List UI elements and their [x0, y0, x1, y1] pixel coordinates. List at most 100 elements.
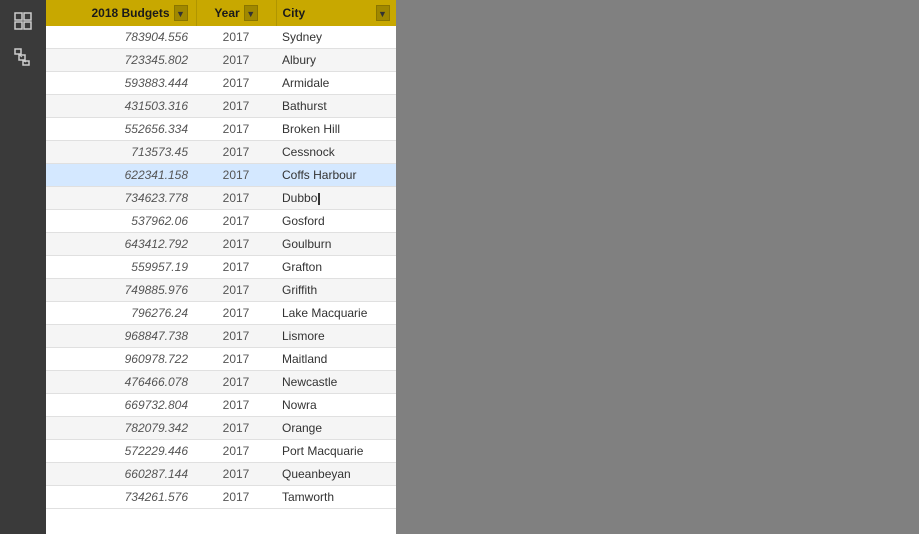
- column-header-budgets[interactable]: 2018 Budgets ▼: [46, 0, 196, 26]
- budgets-dropdown-arrow[interactable]: ▼: [174, 5, 188, 21]
- table-row[interactable]: 552656.3342017Broken Hill: [46, 118, 396, 141]
- table-row[interactable]: 559957.192017Grafton: [46, 256, 396, 279]
- year-dropdown-arrow[interactable]: ▼: [244, 5, 258, 21]
- city-cell: Tamworth: [276, 486, 396, 509]
- grid-icon[interactable]: [10, 8, 36, 34]
- table-row[interactable]: 476466.0782017Newcastle: [46, 371, 396, 394]
- budgets-column-label: 2018 Budgets: [91, 6, 169, 20]
- year-cell: 2017: [196, 486, 276, 509]
- city-cell: Gosford: [276, 210, 396, 233]
- data-table: 2018 Budgets ▼ Year ▼ City ▼: [46, 0, 396, 509]
- budget-cell: 559957.19: [46, 256, 196, 279]
- year-cell: 2017: [196, 233, 276, 256]
- city-cell: Newcastle: [276, 371, 396, 394]
- year-cell: 2017: [196, 325, 276, 348]
- table-row[interactable]: 713573.452017Cessnock: [46, 141, 396, 164]
- table-row[interactable]: 660287.1442017Queanbeyan: [46, 463, 396, 486]
- city-column-label: City: [283, 6, 306, 20]
- budget-cell: 782079.342: [46, 417, 196, 440]
- budget-cell: 734261.576: [46, 486, 196, 509]
- city-dropdown-arrow[interactable]: ▼: [376, 5, 390, 21]
- table-row[interactable]: 593883.4442017Armidale: [46, 72, 396, 95]
- table-row[interactable]: 572229.4462017Port Macquarie: [46, 440, 396, 463]
- table-row[interactable]: 734623.7782017Dubbo: [46, 187, 396, 210]
- year-cell: 2017: [196, 49, 276, 72]
- budget-cell: 968847.738: [46, 325, 196, 348]
- table-row[interactable]: 431503.3162017Bathurst: [46, 95, 396, 118]
- text-cursor: [318, 193, 320, 205]
- city-cell: Griffith: [276, 279, 396, 302]
- table-row[interactable]: 796276.242017Lake Macquarie: [46, 302, 396, 325]
- budget-cell: 669732.804: [46, 394, 196, 417]
- city-cell: Nowra: [276, 394, 396, 417]
- table-row[interactable]: 643412.7922017Goulburn: [46, 233, 396, 256]
- city-cell: Goulburn: [276, 233, 396, 256]
- city-cell: Coffs Harbour: [276, 164, 396, 187]
- city-cell: Albury: [276, 49, 396, 72]
- table-header-row: 2018 Budgets ▼ Year ▼ City ▼: [46, 0, 396, 26]
- city-cell: Lismore: [276, 325, 396, 348]
- table-row[interactable]: 749885.9762017Griffith: [46, 279, 396, 302]
- city-cell: Grafton: [276, 256, 396, 279]
- year-column-label: Year: [214, 6, 239, 20]
- year-cell: 2017: [196, 210, 276, 233]
- budget-cell: 796276.24: [46, 302, 196, 325]
- city-cell: Queanbeyan: [276, 463, 396, 486]
- city-cell: Broken Hill: [276, 118, 396, 141]
- year-cell: 2017: [196, 164, 276, 187]
- city-cell: Dubbo: [276, 187, 396, 210]
- table-row[interactable]: 960978.7222017Maitland: [46, 348, 396, 371]
- budget-cell: 660287.144: [46, 463, 196, 486]
- left-panel: [0, 0, 46, 534]
- city-cell: Orange: [276, 417, 396, 440]
- table-body: 783904.5562017Sydney723345.8022017Albury…: [46, 26, 396, 509]
- budget-cell: 734623.778: [46, 187, 196, 210]
- year-cell: 2017: [196, 417, 276, 440]
- budget-cell: 552656.334: [46, 118, 196, 141]
- year-cell: 2017: [196, 348, 276, 371]
- year-cell: 2017: [196, 118, 276, 141]
- city-cell: Cessnock: [276, 141, 396, 164]
- table-row[interactable]: 782079.3422017Orange: [46, 417, 396, 440]
- table-row[interactable]: 622341.1582017Coffs Harbour: [46, 164, 396, 187]
- year-cell: 2017: [196, 302, 276, 325]
- table-row[interactable]: 968847.7382017Lismore: [46, 325, 396, 348]
- year-cell: 2017: [196, 256, 276, 279]
- budget-cell: 537962.06: [46, 210, 196, 233]
- city-cell: Port Macquarie: [276, 440, 396, 463]
- column-header-year[interactable]: Year ▼: [196, 0, 276, 26]
- year-cell: 2017: [196, 26, 276, 49]
- budget-cell: 960978.722: [46, 348, 196, 371]
- table-row[interactable]: 734261.5762017Tamworth: [46, 486, 396, 509]
- year-cell: 2017: [196, 187, 276, 210]
- year-cell: 2017: [196, 141, 276, 164]
- budget-cell: 749885.976: [46, 279, 196, 302]
- year-cell: 2017: [196, 463, 276, 486]
- year-cell: 2017: [196, 95, 276, 118]
- table-row[interactable]: 537962.062017Gosford: [46, 210, 396, 233]
- budget-cell: 783904.556: [46, 26, 196, 49]
- column-header-city[interactable]: City ▼: [276, 0, 396, 26]
- table-row[interactable]: 723345.8022017Albury: [46, 49, 396, 72]
- year-cell: 2017: [196, 440, 276, 463]
- budget-cell: 476466.078: [46, 371, 196, 394]
- city-cell: Maitland: [276, 348, 396, 371]
- budget-cell: 431503.316: [46, 95, 196, 118]
- data-table-container[interactable]: 2018 Budgets ▼ Year ▼ City ▼: [46, 0, 396, 534]
- table-row[interactable]: 669732.8042017Nowra: [46, 394, 396, 417]
- hierarchy-icon[interactable]: [10, 44, 36, 70]
- year-cell: 2017: [196, 279, 276, 302]
- city-cell: Sydney: [276, 26, 396, 49]
- budget-cell: 643412.792: [46, 233, 196, 256]
- year-cell: 2017: [196, 371, 276, 394]
- right-panel: [396, 0, 919, 534]
- budget-cell: 572229.446: [46, 440, 196, 463]
- budget-cell: 713573.45: [46, 141, 196, 164]
- budget-cell: 593883.444: [46, 72, 196, 95]
- city-cell: Lake Macquarie: [276, 302, 396, 325]
- city-cell: Armidale: [276, 72, 396, 95]
- table-row[interactable]: 783904.5562017Sydney: [46, 26, 396, 49]
- year-cell: 2017: [196, 394, 276, 417]
- budget-cell: 723345.802: [46, 49, 196, 72]
- year-cell: 2017: [196, 72, 276, 95]
